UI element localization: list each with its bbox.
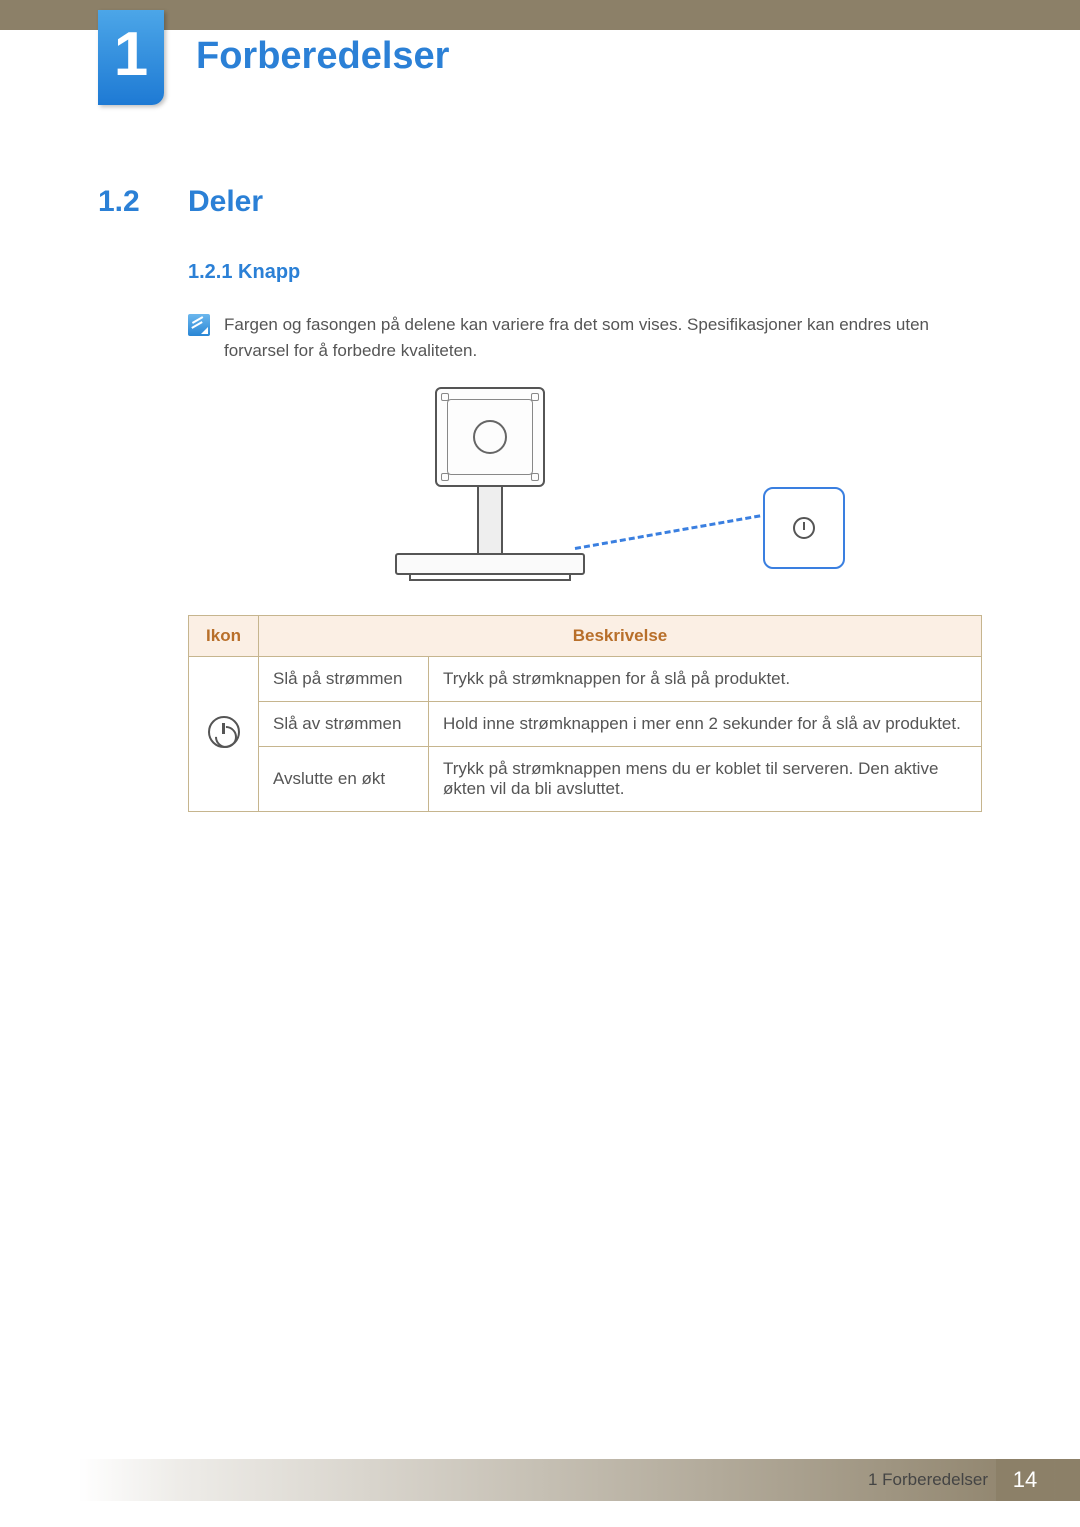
note-text: Fargen og fasongen på delene kan variere… [224, 312, 982, 363]
table-header-icon: Ikon [189, 616, 259, 657]
section-number: 1.2 [98, 185, 160, 219]
table-desc: Trykk på strømknappen mens du er koblet … [429, 747, 982, 812]
section-title: Deler [188, 185, 263, 219]
power-button-callout [763, 487, 845, 569]
stand-base [395, 553, 585, 575]
table-row: Avslutte en økt Trykk på strømknappen me… [189, 747, 982, 812]
page-number: 14 [996, 1459, 1054, 1501]
power-icon [793, 517, 815, 539]
product-illustration [325, 387, 845, 587]
callout-line [575, 514, 761, 550]
section-heading: 1.2 Deler [98, 185, 982, 219]
page-content: 1.2 Deler 1.2.1 Knapp Fargen og fasongen… [98, 185, 982, 812]
chapter-number-tab: 1 [98, 10, 164, 105]
note-icon [188, 314, 210, 336]
table-row: Slå av strømmen Hold inne strømknappen i… [189, 702, 982, 747]
table-action: Slå av strømmen [259, 702, 429, 747]
table-row: Slå på strømmen Trykk på strømknappen fo… [189, 657, 982, 702]
table-desc: Hold inne strømknappen i mer enn 2 sekun… [429, 702, 982, 747]
chapter-title: Forberedelser [196, 35, 449, 78]
footer-chapter-label: 1 Forberedelser [868, 1459, 988, 1501]
note: Fargen og fasongen på delene kan variere… [188, 312, 982, 363]
table-icon-cell [189, 657, 259, 812]
button-function-table: Ikon Beskrivelse Slå på strømmen Trykk p… [188, 615, 982, 812]
table-header-desc: Beskrivelse [259, 616, 982, 657]
stand-neck [477, 487, 503, 555]
stand-head [435, 387, 545, 487]
table-action: Avslutte en økt [259, 747, 429, 812]
table-desc: Trykk på strømknappen for å slå på produ… [429, 657, 982, 702]
table-action: Slå på strømmen [259, 657, 429, 702]
subsection-heading: 1.2.1 Knapp [188, 261, 982, 284]
power-icon [208, 716, 240, 748]
footer: 1 Forberedelser 14 [0, 1459, 1080, 1501]
